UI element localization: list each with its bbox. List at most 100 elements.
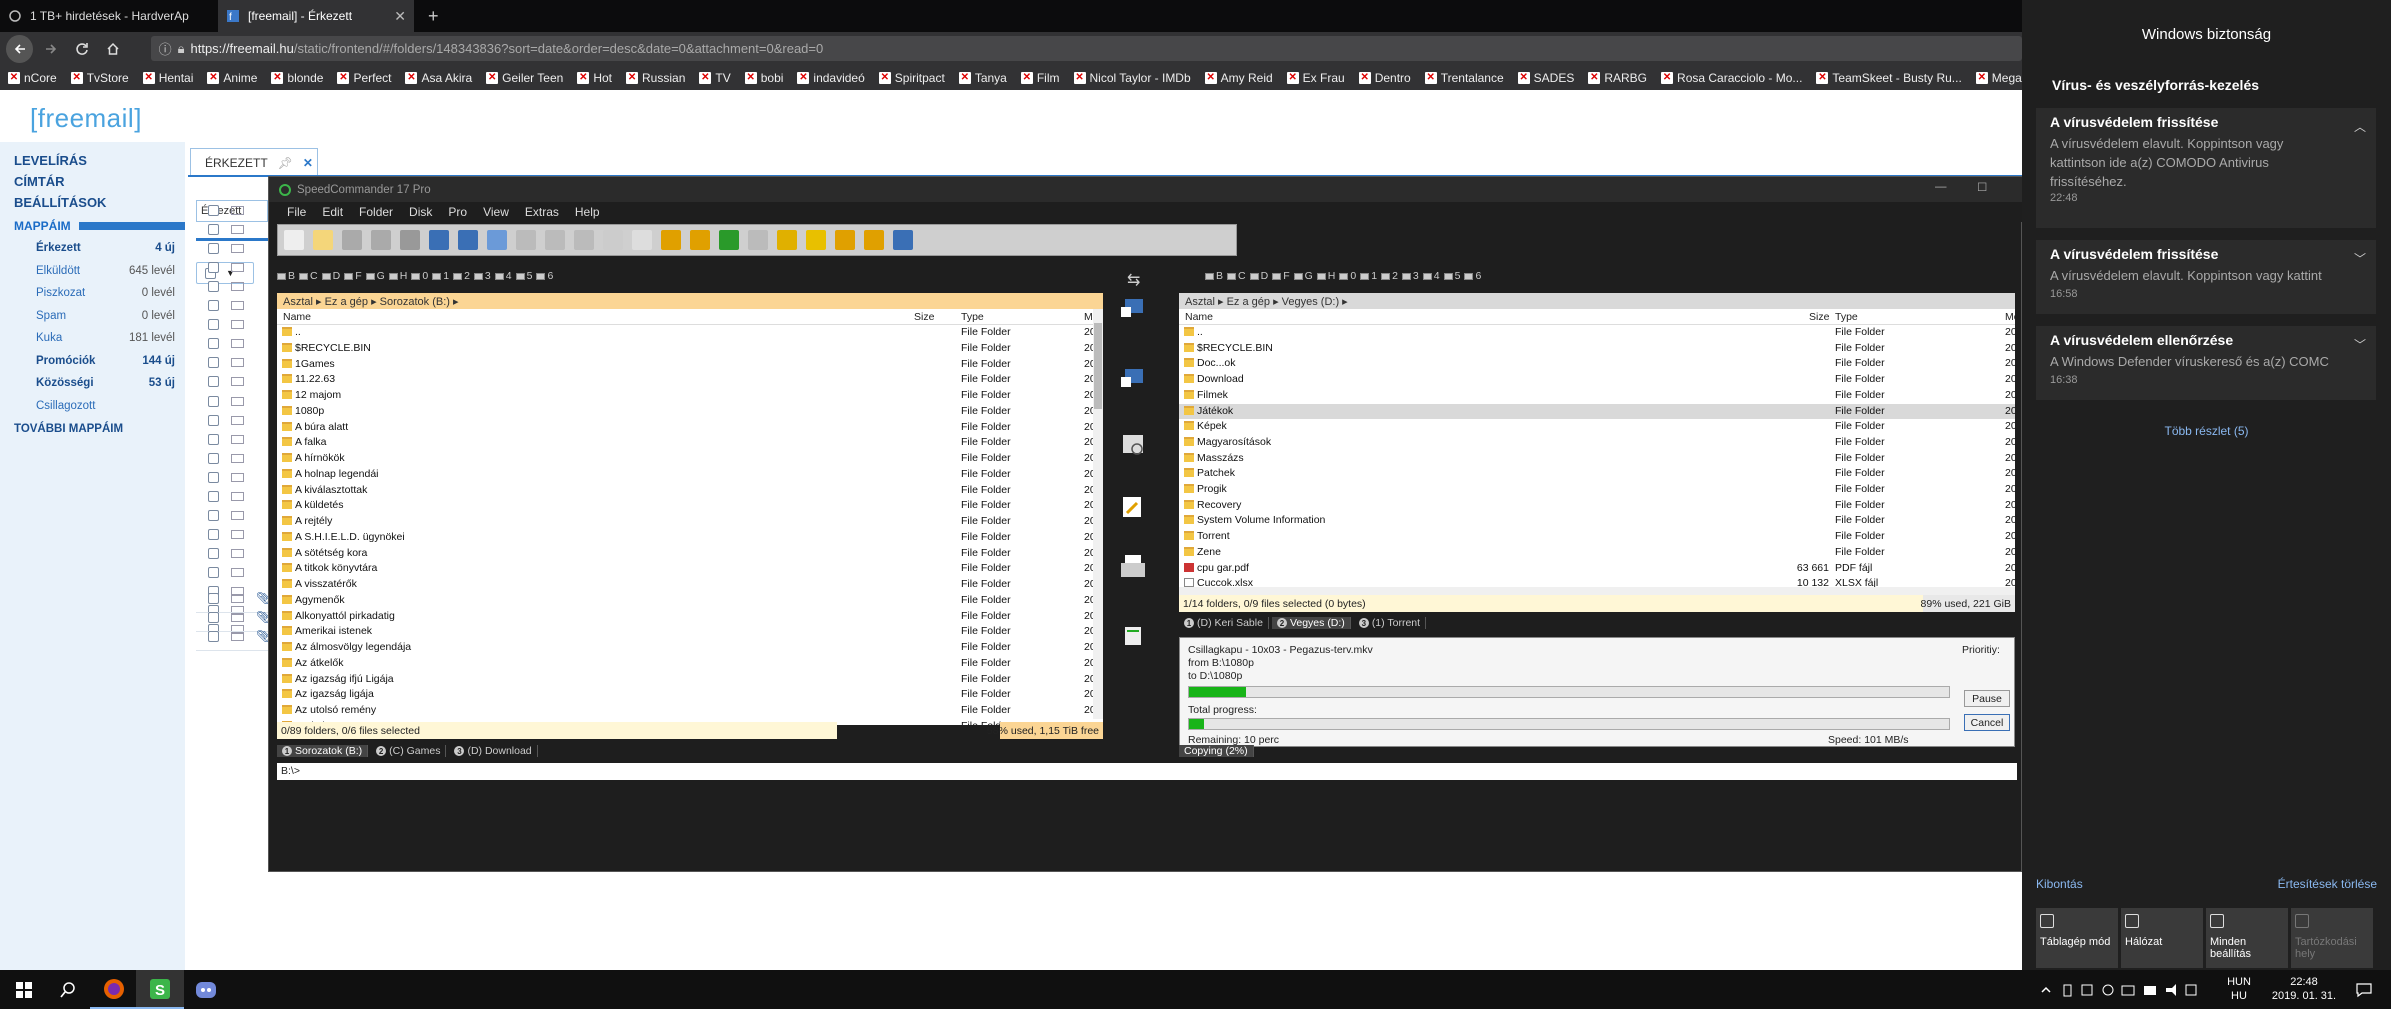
file-row[interactable]: A falkaFile Folder201 (277, 435, 1103, 451)
envelope-icon[interactable] (231, 320, 244, 330)
forward-button[interactable] (37, 35, 64, 63)
sc-menu-item[interactable]: Edit (322, 205, 343, 219)
bookmark[interactable]: ✕ Anime (207, 71, 257, 85)
bookmark[interactable]: ✕ Ex Frau (1286, 71, 1345, 85)
reload-button[interactable] (68, 35, 95, 63)
chevron-icon[interactable]: ﹀ (2354, 250, 2366, 267)
quick-action-button[interactable]: Tartózkodási hely (2291, 908, 2373, 968)
envelope-icon[interactable] (231, 548, 244, 558)
bookmark[interactable]: ✕ Hentai (142, 71, 193, 85)
file-row[interactable]: A holnap legendáiFile Folder201 (277, 467, 1103, 483)
sc-menu-item[interactable]: Extras (525, 205, 559, 219)
file-row[interactable]: Az igazság ifjú LigájaFile Folder201 (277, 672, 1103, 688)
freemail-logo[interactable]: [freemail] (30, 103, 142, 134)
envelope-icon[interactable] (231, 453, 244, 463)
row-checkbox[interactable] (208, 509, 219, 521)
left-path-bar[interactable]: Asztal ▸ Ez a gép ▸ Sorozatok (B:) ▸ (277, 293, 1103, 309)
bookmark[interactable]: ✕ bobi (744, 71, 783, 85)
folder-item[interactable]: Érkezett 4 új (0, 237, 185, 260)
folder-tab[interactable]: 2 (C) Games (371, 745, 447, 757)
row-checkbox[interactable] (208, 338, 219, 350)
clear-notifications-link[interactable]: Értesítések törlése (2278, 877, 2377, 891)
col-type[interactable]: Type (1835, 311, 1858, 323)
browser-tab-active[interactable]: f [freemail] - Érkezett ✕ (218, 0, 414, 32)
bookmark[interactable]: ✕ nCore (8, 71, 57, 85)
col-name[interactable]: Name (1185, 311, 1213, 323)
maximize-button[interactable]: ☐ (1977, 180, 1987, 194)
file-row[interactable]: System Volume Information File Folder 20 (1179, 513, 2015, 529)
drive-button[interactable]: H (1316, 270, 1335, 282)
folder-tab[interactable]: 1 (D) Keri Sable (1179, 617, 1269, 629)
toolbar-button-icon[interactable] (458, 230, 478, 250)
drive-button[interactable]: F (344, 270, 362, 282)
left-scrollbar-thumb[interactable] (1094, 323, 1102, 409)
file-row[interactable]: Zene File Folder 20 (1179, 545, 2015, 561)
bookmark[interactable]: ✕ Rosa Caracciolo - Mo... (1661, 71, 1802, 85)
open-folder-tab[interactable]: ÉRKEZETT 📌︎ ✕ (190, 148, 318, 176)
toolbar-button-icon[interactable] (342, 230, 362, 250)
clock[interactable]: 22:48 2019. 01. 31. (2260, 975, 2348, 1003)
row-checkbox[interactable] (208, 281, 219, 293)
drive-button[interactable]: 0 (1339, 270, 1356, 282)
more-folders[interactable]: TOVÁBBI MAPPÁIM (0, 417, 185, 440)
drive-button[interactable]: 4 (494, 270, 512, 282)
file-row[interactable]: Progik File Folder 20 (1179, 482, 2015, 498)
file-row[interactable]: Képek File Folder 20 (1179, 419, 2015, 435)
drive-button[interactable]: 5 (1443, 270, 1460, 282)
notification-card[interactable]: A vírusvédelem frissítése A vírusvédelem … (2036, 240, 2376, 314)
lock-icon[interactable]: 🔒︎ (178, 41, 185, 57)
file-row[interactable]: A sötétség koraFile Folder201 (277, 546, 1103, 562)
folder-item[interactable]: Közösségi 53 új (0, 372, 185, 395)
toolbar-button-icon[interactable] (864, 230, 884, 250)
row-checkbox[interactable] (208, 471, 219, 483)
info-icon[interactable]: ⓘ (159, 39, 172, 58)
file-row[interactable]: cpu gar.pdf 63 661 PDF fájl 20 (1179, 561, 2015, 577)
toolbar-button-icon[interactable] (806, 230, 826, 250)
drive-button[interactable]: G (1293, 270, 1313, 282)
row-checkbox[interactable] (208, 611, 219, 623)
row-checkbox[interactable] (208, 592, 219, 604)
bookmark[interactable]: ✕ TV (699, 71, 731, 85)
toolbar-button-icon[interactable] (893, 230, 913, 250)
envelope-icon[interactable] (231, 434, 244, 444)
home-button[interactable] (99, 35, 126, 63)
row-checkbox[interactable] (208, 319, 219, 331)
sc-menu-item[interactable]: Folder (359, 205, 393, 219)
file-row[interactable]: A visszatérőkFile Folder201 (277, 577, 1103, 593)
bookmark[interactable]: ✕ RARBG (1588, 71, 1647, 85)
right-hscrollbar[interactable] (1179, 587, 2015, 595)
envelope-icon[interactable] (231, 244, 244, 254)
row-checkbox[interactable] (208, 376, 219, 388)
nav-contacts[interactable]: CÍMTÁR (14, 171, 185, 192)
drive-button[interactable]: D (321, 270, 340, 282)
envelope-icon[interactable] (231, 339, 244, 349)
file-row[interactable]: 12 majomFile Folder201 (277, 388, 1103, 404)
row-checkbox[interactable] (208, 528, 219, 540)
row-checkbox[interactable] (208, 243, 219, 255)
file-row[interactable]: Az álmosvölgy legendájaFile Folder201 (277, 640, 1103, 656)
file-row[interactable]: $RECYCLE.BIN File Folder 20 (1179, 341, 2015, 357)
row-checkbox[interactable] (208, 452, 219, 464)
bookmark[interactable]: ✕ Dentro (1358, 71, 1411, 85)
envelope-icon[interactable] (231, 377, 244, 387)
pin-icon[interactable]: 📌︎ (278, 156, 293, 170)
drive-button[interactable]: 1 (1360, 270, 1377, 282)
col-modified[interactable]: Mo (2005, 311, 2015, 323)
start-button[interactable] (0, 970, 48, 1009)
drive-button[interactable]: 3 (1401, 270, 1419, 282)
bookmark[interactable]: ✕ Amy Reid (1204, 71, 1273, 85)
toolbar-button-icon[interactable] (429, 230, 449, 250)
toolbar-button-icon[interactable] (603, 230, 623, 250)
new-tab-button[interactable]: + (420, 0, 450, 32)
toolbar-button-icon[interactable] (748, 230, 768, 250)
envelope-icon[interactable] (231, 282, 244, 292)
more-details-link[interactable]: Több részlet (5) (2022, 424, 2391, 438)
envelope-icon[interactable] (231, 301, 244, 311)
folder-tab[interactable]: 2 Vegyes (D:) (1271, 617, 1351, 629)
bookmark[interactable]: ✕ TvStore (70, 71, 129, 85)
drive-button[interactable]: C (299, 270, 318, 282)
quick-action-button[interactable]: Minden beállítás (2206, 908, 2288, 968)
command-line[interactable]: B:\> (277, 763, 2017, 780)
row-checkbox[interactable] (208, 262, 219, 274)
file-row[interactable]: 1GamesFile Folder201 (277, 357, 1103, 373)
